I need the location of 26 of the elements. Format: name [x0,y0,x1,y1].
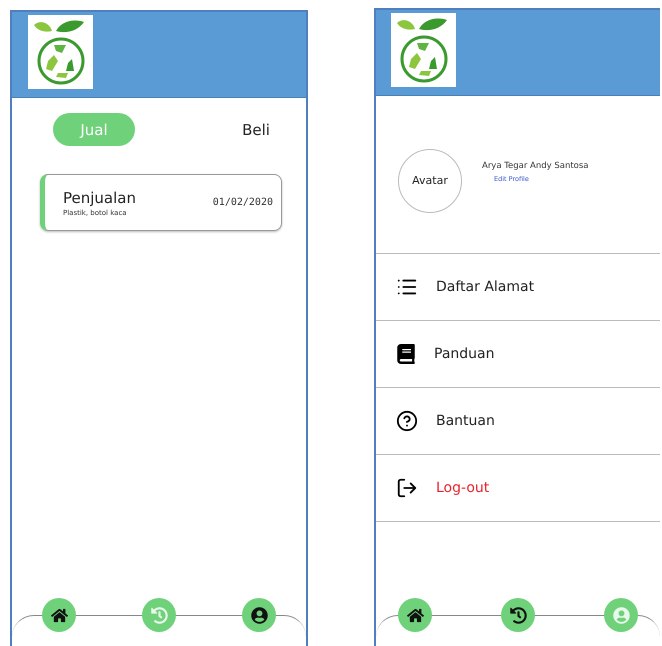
user-icon [250,606,268,624]
history-icon [510,606,526,624]
user-button[interactable] [242,598,276,632]
home-button[interactable] [398,598,432,632]
menu-label: Daftar Alamat [436,279,534,295]
history-button[interactable] [501,598,535,632]
transaction-date: 01/02/2020 [212,197,273,208]
home-icon [50,606,68,624]
user-name: Arya Tegar Andy Santosa [482,160,589,170]
menu-item[interactable]: Daftar Alamat [376,254,660,321]
menu-item[interactable]: Bantuan [376,388,660,455]
book-icon [396,344,416,364]
history-icon [150,606,168,624]
avatar: Avatar [398,148,462,212]
user-icon [612,606,630,624]
home-icon [406,606,424,624]
menu-item[interactable]: Panduan [376,321,660,388]
menu-label: Panduan [434,346,494,362]
menu-label: Log-out [436,480,490,496]
home-button[interactable] [42,598,76,632]
logout-icon [396,477,418,499]
menu-label: Bantuan [436,413,495,429]
menu-item[interactable]: Log-out [376,455,660,522]
help-icon [396,410,418,432]
transaction-title: Penjualan [63,188,136,206]
tab[interactable]: Beli [215,113,297,146]
